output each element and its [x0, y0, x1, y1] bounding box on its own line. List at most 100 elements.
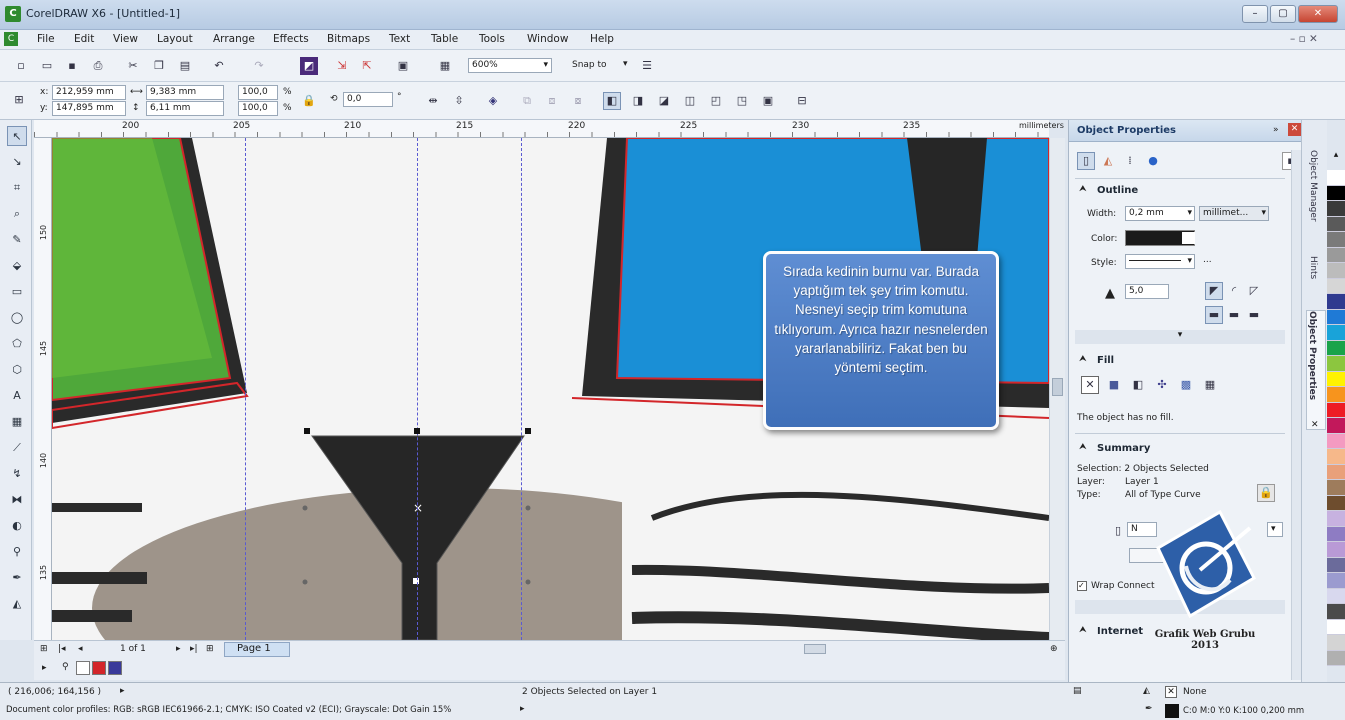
menu-layout[interactable]: Layout: [157, 33, 193, 45]
miter-corner-icon[interactable]: ◤: [1205, 282, 1223, 300]
palette-swatch[interactable]: [1327, 433, 1345, 449]
lock-ratio-icon[interactable]: 🔒: [300, 92, 318, 110]
outline-unit-select[interactable]: millimet... ▾: [1199, 206, 1269, 221]
collapse-docker-icon[interactable]: »: [1273, 125, 1279, 135]
freehand-tool-icon[interactable]: ✎: [7, 230, 27, 250]
miter-limit-field[interactable]: 5,0: [1125, 284, 1169, 299]
palette-swatch[interactable]: [1327, 309, 1345, 325]
swatch-none[interactable]: [76, 661, 90, 675]
next-page-icon[interactable]: ▸: [176, 644, 181, 654]
docker-scrollbar[interactable]: [1291, 150, 1301, 680]
palette-swatch[interactable]: [1327, 464, 1345, 480]
palette-swatch[interactable]: [1327, 573, 1345, 589]
paste-icon[interactable]: ▤: [176, 57, 194, 75]
palette-swatch[interactable]: [1327, 511, 1345, 527]
palette-swatch[interactable]: [1327, 263, 1345, 279]
no-fill-icon[interactable]: ✕: [1081, 376, 1099, 394]
maximize-button[interactable]: ▢: [1270, 5, 1296, 23]
palette-swatch[interactable]: [1327, 247, 1345, 263]
internet-tab-icon[interactable]: ●: [1144, 152, 1162, 170]
document-color-profiles[interactable]: Document color profiles: RGB: sRGB IEC61…: [6, 705, 451, 715]
menu-window[interactable]: Window: [527, 33, 568, 45]
square-cap-icon[interactable]: ▬: [1245, 306, 1263, 324]
snap-to-dropdown[interactable]: Snap to: [572, 60, 607, 70]
profiles-arrow-icon[interactable]: ▸: [520, 704, 525, 714]
palette-swatch[interactable]: [1327, 588, 1345, 604]
publish-pdf-icon[interactable]: ▣: [394, 57, 412, 75]
outline-style-select[interactable]: ▾: [1125, 254, 1195, 269]
style-icon[interactable]: ▯: [1109, 522, 1127, 540]
palette-swatch[interactable]: [1327, 371, 1345, 387]
outline-more-button[interactable]: ...: [1203, 255, 1212, 265]
palette-swatch[interactable]: [1327, 557, 1345, 573]
create-boundary-icon[interactable]: ▣: [759, 92, 777, 110]
selection-handle[interactable]: [304, 428, 310, 434]
snap-to-arrow-icon[interactable]: ▾: [623, 59, 628, 69]
application-launcher-icon[interactable]: ▦: [436, 57, 454, 75]
palette-swatch[interactable]: [1327, 449, 1345, 465]
fill-tab-icon[interactable]: ◭: [1099, 152, 1117, 170]
pattern-fill-icon[interactable]: ✣: [1153, 376, 1171, 394]
vertical-ruler[interactable]: 150 145 140 135: [34, 138, 52, 640]
uniform-fill-icon[interactable]: ■: [1105, 376, 1123, 394]
rotation-angle-field[interactable]: 0,0: [343, 92, 393, 107]
back-minus-front-icon[interactable]: ◳: [733, 92, 751, 110]
front-minus-back-icon[interactable]: ◰: [707, 92, 725, 110]
palette-swatch[interactable]: [1327, 232, 1345, 248]
text-tool-icon[interactable]: A: [7, 386, 27, 406]
selection-handle[interactable]: [414, 428, 420, 434]
palette-swatch[interactable]: [1327, 635, 1345, 651]
align-distribute-icon[interactable]: ⊟: [793, 92, 811, 110]
palette-swatch[interactable]: [1327, 216, 1345, 232]
hints-tab[interactable]: Hints: [1308, 256, 1318, 279]
zoom-level-select[interactable]: 600% ▾: [468, 58, 552, 73]
rectangle-tool-icon[interactable]: ▭: [7, 282, 27, 302]
crop-tool-icon[interactable]: ⌗: [7, 178, 27, 198]
guideline[interactable]: [245, 138, 246, 640]
polygon-tool-icon[interactable]: ⬠: [7, 334, 27, 354]
add-page-icon[interactable]: ⊞: [40, 644, 48, 654]
object-properties-tab[interactable]: Object Properties: [1307, 311, 1317, 400]
menu-help[interactable]: Help: [590, 33, 614, 45]
mdi-controls[interactable]: – ▫ ✕: [1290, 33, 1318, 45]
outline-expand-button[interactable]: ▾: [1075, 330, 1285, 344]
open-icon[interactable]: ▭: [38, 57, 56, 75]
fountain-fill-icon[interactable]: ◧: [1129, 376, 1147, 394]
object-height-field[interactable]: 6,11 mm: [146, 101, 224, 116]
close-button[interactable]: ✕: [1298, 5, 1338, 23]
last-page-icon[interactable]: ▸|: [190, 644, 198, 654]
guideline[interactable]: [521, 138, 522, 640]
internet-collapse-icon[interactable]: ⮝: [1079, 625, 1087, 635]
palette-swatch[interactable]: [1327, 185, 1345, 201]
ungroup-icon[interactable]: ⧈: [543, 92, 561, 110]
combine-icon[interactable]: ◈: [484, 92, 502, 110]
new-icon[interactable]: ▫: [12, 57, 30, 75]
summary-collapse-icon[interactable]: ⮝: [1079, 442, 1087, 452]
options-icon[interactable]: ☰: [638, 57, 656, 75]
group-icon[interactable]: ⧉: [518, 92, 536, 110]
menu-view[interactable]: View: [113, 33, 138, 45]
palette-swatch[interactable]: [1327, 650, 1345, 666]
round-corner-icon[interactable]: ◜: [1225, 282, 1243, 300]
palette-swatch[interactable]: [1327, 402, 1345, 418]
search-content-icon[interactable]: ◩: [300, 57, 318, 75]
import-icon[interactable]: ⇲: [333, 57, 351, 75]
scale-y-field[interactable]: 100,0: [238, 101, 278, 116]
lock-icon[interactable]: 🔒: [1257, 484, 1275, 502]
palette-menu-icon[interactable]: ▸: [42, 663, 47, 673]
horizontal-ruler[interactable]: 200 205 210 215 220 225 230 235 millimet…: [34, 120, 1064, 138]
outline-collapse-icon[interactable]: ⮝: [1079, 184, 1087, 194]
cut-icon[interactable]: ✂: [124, 57, 142, 75]
shape-tool-icon[interactable]: ↘: [7, 152, 27, 172]
object-manager-tab[interactable]: Object Manager: [1308, 150, 1318, 222]
ellipse-tool-icon[interactable]: ◯: [7, 308, 27, 328]
navigator-icon[interactable]: ⊕: [1050, 644, 1058, 654]
simplify-icon[interactable]: ◫: [681, 92, 699, 110]
transparency-tab-icon[interactable]: ⁞: [1121, 152, 1139, 170]
scale-x-field[interactable]: 100,0: [238, 85, 278, 100]
menu-effects[interactable]: Effects: [273, 33, 309, 45]
texture-fill-icon[interactable]: ▩: [1177, 376, 1195, 394]
scroll-thumb[interactable]: [1052, 378, 1063, 396]
palette-swatch[interactable]: [1327, 619, 1345, 635]
position-y-field[interactable]: 147,895 mm: [52, 101, 126, 116]
